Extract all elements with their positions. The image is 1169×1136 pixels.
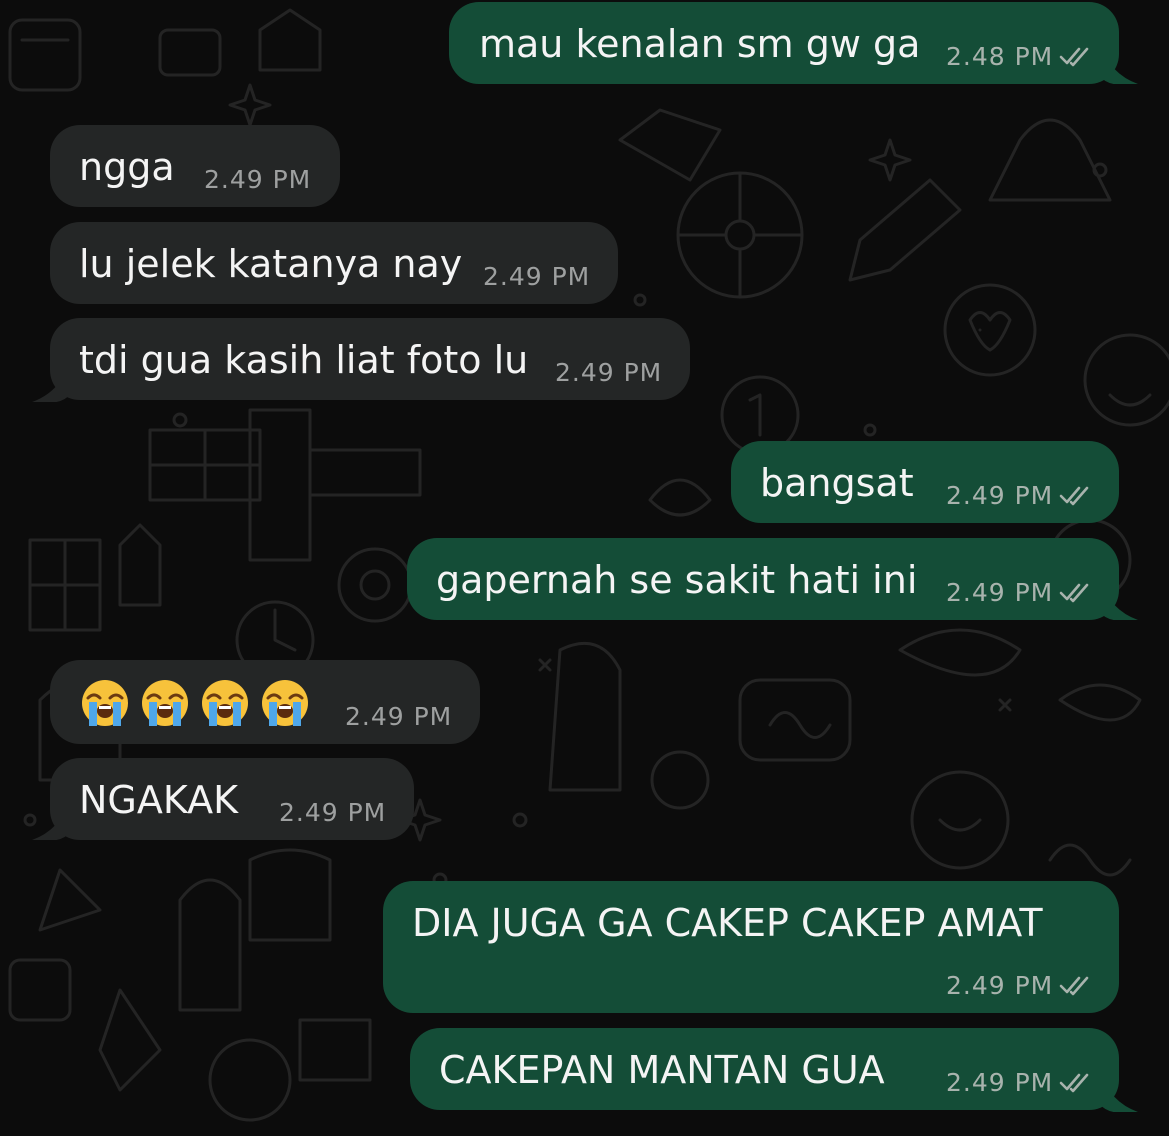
message-time: 2.49 PM (279, 798, 387, 827)
message-emoji-row (80, 675, 320, 728)
message-meta: 2.48 PM (946, 42, 1093, 72)
message-text: CAKEPAN MANTAN GUA (439, 1048, 885, 1092)
double-check-icon (1059, 583, 1089, 603)
message-meta: 2.49 PM (946, 578, 1093, 608)
message-bubble-outgoing[interactable]: mau kenalan sm gw ga 2.48 PM (449, 2, 1119, 84)
message-meta: 2.49 PM (946, 1068, 1093, 1098)
bubble-tail-incoming (32, 800, 70, 840)
bubble-tail-outgoing (1100, 580, 1138, 620)
bubble-tail-incoming (32, 362, 70, 402)
message-bubble-incoming[interactable]: ngga 2.49 PM (50, 125, 340, 207)
message-time: 2.49 PM (204, 165, 312, 194)
loudly-crying-face-icon (262, 679, 308, 726)
message-time: 2.49 PM (345, 702, 453, 731)
message-text: bangsat (760, 461, 914, 505)
message-bubble-incoming[interactable]: 2.49 PM (50, 660, 480, 744)
message-bubble-incoming[interactable]: NGAKAK 2.49 PM (50, 758, 414, 840)
message-bubble-outgoing[interactable]: DIA JUGA GA CAKEP CAKEP AMAT 2.49 PM (383, 881, 1119, 1013)
message-time: 2.49 PM (483, 262, 591, 291)
message-text: tdi gua kasih liat foto lu (79, 338, 529, 382)
message-text: DIA JUGA GA CAKEP CAKEP AMAT (412, 901, 1043, 945)
chat-view[interactable]: mau kenalan sm gw ga 2.48 PM ngga 2.49 P… (0, 0, 1169, 1136)
message-bubble-incoming[interactable]: tdi gua kasih liat foto lu 2.49 PM (50, 318, 690, 400)
loudly-crying-face-icon (142, 679, 188, 726)
message-bubble-outgoing[interactable]: bangsat 2.49 PM (731, 441, 1119, 523)
message-time: 2.49 PM (946, 971, 1054, 1000)
double-check-icon (1059, 47, 1089, 67)
message-text: lu jelek katanya nay (79, 242, 463, 286)
message-bubble-outgoing[interactable]: CAKEPAN MANTAN GUA 2.49 PM (410, 1028, 1119, 1110)
message-time: 2.49 PM (946, 578, 1054, 607)
double-check-icon (1059, 486, 1089, 506)
message-text: NGAKAK (79, 778, 239, 822)
message-text: ngga (79, 145, 175, 189)
loudly-crying-face-icon (202, 679, 248, 726)
message-bubble-incoming[interactable]: lu jelek katanya nay 2.49 PM (50, 222, 618, 304)
message-text: gapernah se sakit hati ini (436, 558, 918, 602)
double-check-icon (1059, 1073, 1089, 1093)
message-meta: 2.49 PM (946, 971, 1093, 1001)
loudly-crying-face-icon (82, 679, 128, 726)
double-check-icon (1059, 976, 1089, 996)
message-time: 2.49 PM (946, 481, 1054, 510)
message-time: 2.49 PM (555, 358, 663, 387)
message-time: 2.48 PM (946, 42, 1054, 71)
bubble-tail-outgoing (1100, 44, 1138, 84)
message-bubble-outgoing[interactable]: gapernah se sakit hati ini 2.49 PM (407, 538, 1119, 620)
message-text: mau kenalan sm gw ga (479, 22, 921, 66)
message-time: 2.49 PM (946, 1068, 1054, 1097)
bubble-tail-outgoing (1100, 1072, 1138, 1112)
message-meta: 2.49 PM (946, 481, 1093, 511)
